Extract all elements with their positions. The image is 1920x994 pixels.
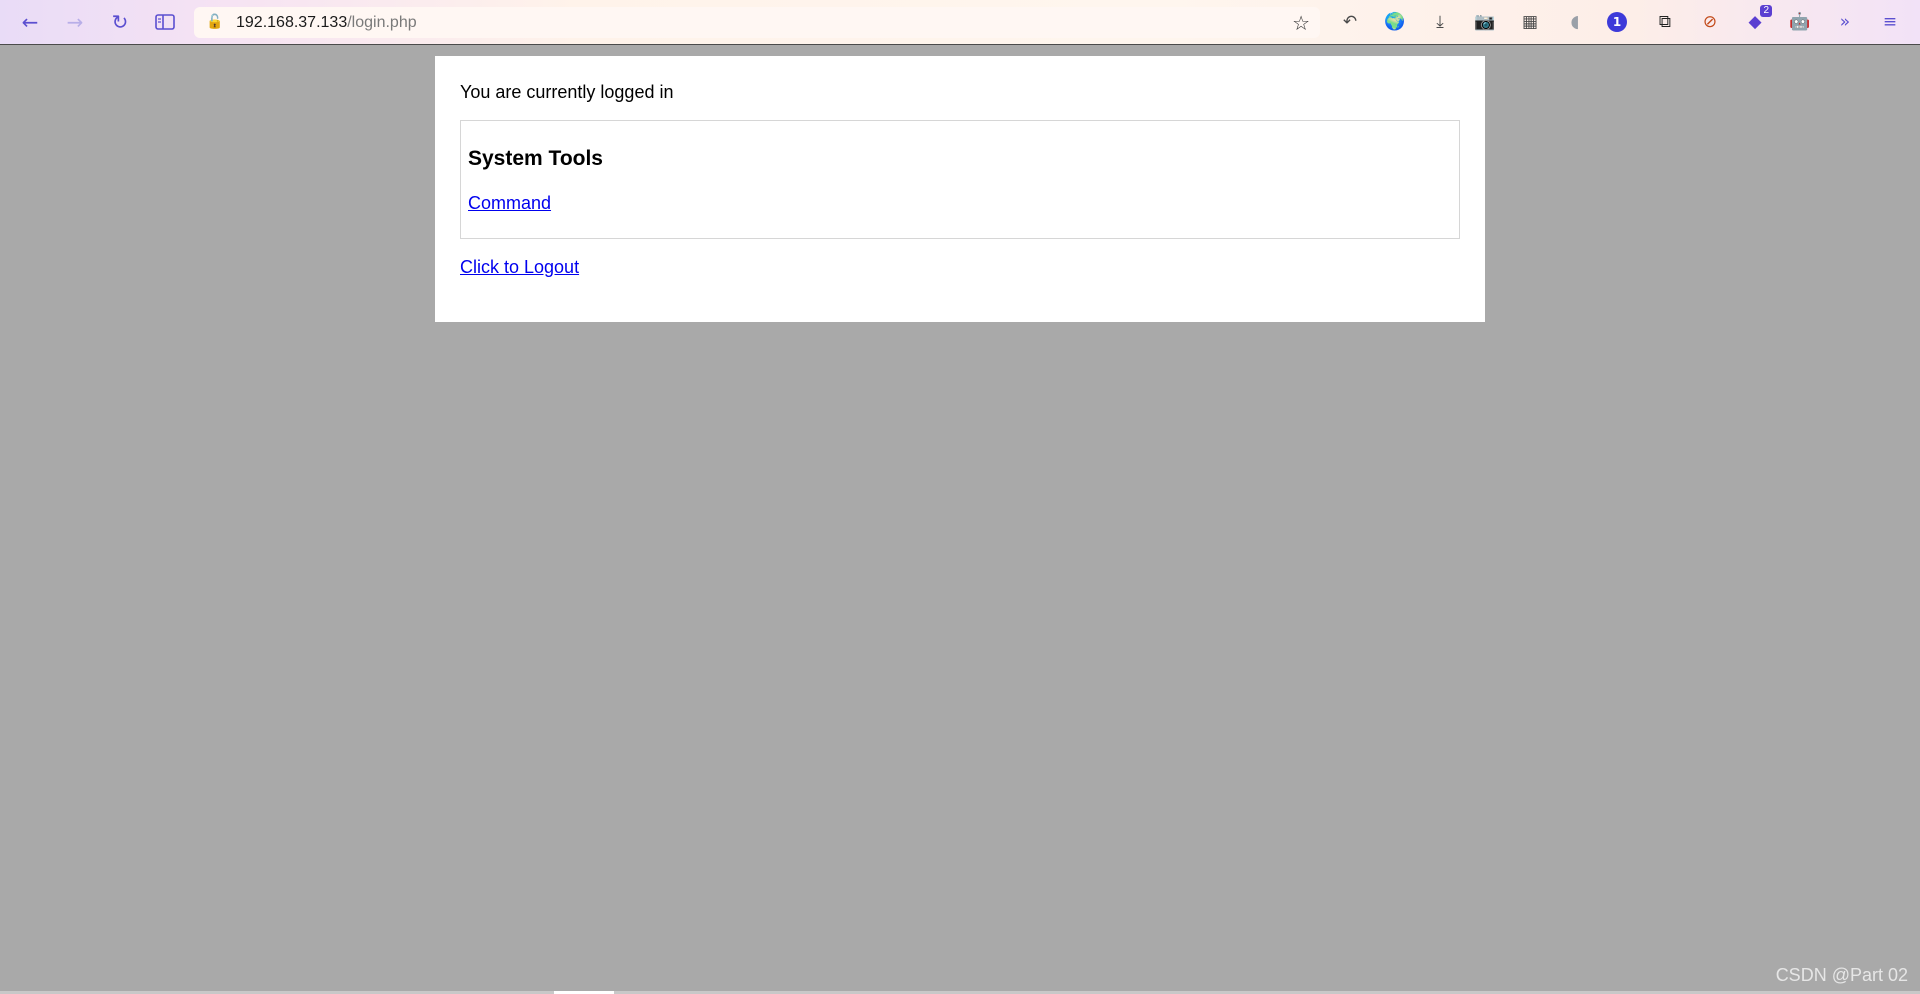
url-bar[interactable]: 🔓 192.168.37.133/login.php ☆ bbox=[194, 7, 1320, 38]
system-tools-heading: System Tools bbox=[468, 147, 603, 170]
undo-extension-icon[interactable]: ↶ bbox=[1337, 9, 1363, 35]
insecure-lock-icon[interactable]: 🔓 bbox=[206, 14, 223, 30]
globe-extension-icon[interactable]: 🌍 bbox=[1382, 9, 1408, 35]
star-icon[interactable]: ☆ bbox=[1292, 11, 1310, 35]
url-path: /login.php bbox=[347, 14, 417, 31]
arrow-right-icon[interactable]: → bbox=[61, 8, 89, 36]
content-panel: You are currently logged in System Tools… bbox=[435, 56, 1485, 322]
sidebar-icon[interactable] bbox=[151, 8, 179, 36]
reload-icon[interactable]: ↻ bbox=[106, 8, 134, 36]
overflow-chevrons-icon[interactable]: » bbox=[1832, 9, 1858, 35]
extension-badge: 2 bbox=[1760, 5, 1772, 17]
menu-hamburger-icon[interactable]: ≡ bbox=[1877, 9, 1903, 35]
block-extension-icon[interactable]: ⊘ bbox=[1697, 9, 1723, 35]
browser-toolbar: ← → ↻ 🔓 192.168.37.133/login.php ☆ ↶ 🌍 ⤓ 📷 ▦… bbox=[0, 0, 1920, 45]
onepassword-extension-icon[interactable]: 1 bbox=[1607, 12, 1627, 32]
arrow-left-icon[interactable]: ← bbox=[16, 8, 44, 36]
camera-icon[interactable]: 📷 bbox=[1472, 9, 1498, 35]
url-text[interactable]: 192.168.37.133/login.php bbox=[236, 13, 417, 33]
login-status-text: You are currently logged in bbox=[460, 82, 674, 102]
copy-extension-icon[interactable]: ⧉ bbox=[1652, 9, 1678, 35]
system-tools-box: System Tools Command bbox=[460, 120, 1460, 239]
watermark: CSDN @Part 02 bbox=[1775, 965, 1908, 985]
logout-link[interactable]: Click to Logout bbox=[460, 257, 579, 278]
robot-extension-icon[interactable]: 🤖 bbox=[1787, 9, 1813, 35]
download-icon[interactable]: ⤓ bbox=[1427, 9, 1453, 35]
layers-extension-icon[interactable]: ◆ 2 bbox=[1742, 5, 1772, 35]
spy-extension-icon[interactable]: ▦ bbox=[1517, 9, 1543, 35]
shield-extension-icon[interactable]: ◖ bbox=[1562, 9, 1588, 35]
url-host: 192.168.37.133 bbox=[236, 14, 348, 31]
command-link[interactable]: Command bbox=[468, 193, 551, 214]
